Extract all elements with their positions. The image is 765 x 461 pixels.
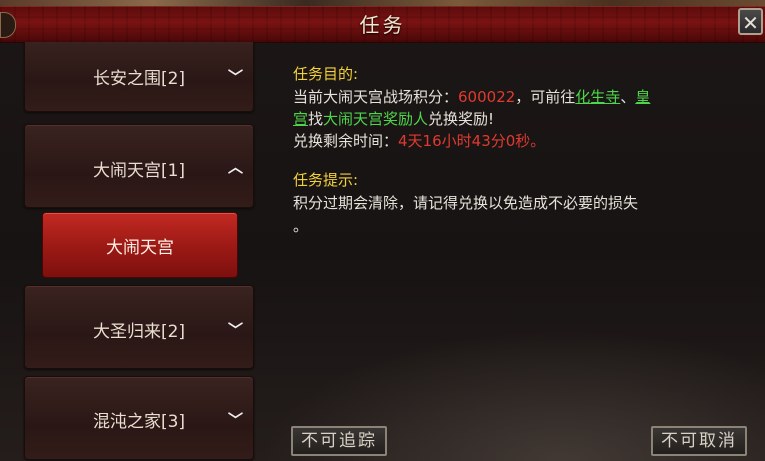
hint-text: 积分过期会清除，请记得兑换以免造成不必要的损失 — [293, 194, 639, 212]
time-remaining: 4天16小时43分0秒。 — [398, 132, 546, 150]
score-label: 当前大闹天宫战场积分： — [293, 88, 459, 106]
quest-item-danao[interactable]: 大闹天宫[1] ︿ — [24, 124, 254, 208]
quest-item-changan[interactable]: 长安之围[2] ﹀ — [24, 42, 254, 112]
link-huashengsi[interactable]: 化生寺 — [575, 88, 620, 106]
quest-item-label: 大闹天宫[1] — [92, 161, 186, 181]
sub-quest-label: 大闹天宫 — [106, 238, 174, 258]
score-value: 600022 — [458, 88, 516, 106]
objective-line-2: 宫找大闹天宫奖励人兑换奖励! — [293, 108, 494, 130]
quest-item-label: 混沌之家[3] — [92, 412, 186, 432]
window-title: 任务 — [359, 13, 406, 37]
chevron-down-icon[interactable]: ﹀ — [228, 66, 243, 87]
quest-item-hundun[interactable]: 混沌之家[3] ﹀ — [24, 376, 254, 460]
separator: 、 — [620, 88, 636, 106]
chevron-up-icon[interactable]: ︿ — [228, 156, 243, 177]
quest-item-label: 大圣归来[2] — [92, 322, 186, 342]
goto-text: ，可前往 — [515, 88, 576, 106]
quest-detail-panel: 任务目的: 当前大闹天宫战场积分：600022，可前往化生寺、皇 宫找大闹天宫奖… — [278, 48, 765, 461]
objective-line-1: 当前大闹天宫战场积分：600022，可前往化生寺、皇 — [293, 86, 650, 108]
close-button[interactable]: ✕ — [738, 8, 763, 35]
not-trackable-button[interactable]: 不可追踪 — [291, 426, 387, 456]
quest-item-dasheng[interactable]: 大圣归来[2] ﹀ — [24, 285, 254, 369]
not-cancelable-button[interactable]: 不可取消 — [651, 426, 747, 456]
link-huanggong-part2[interactable]: 宫 — [293, 110, 308, 128]
link-huanggong-part1[interactable]: 皇 — [635, 88, 650, 106]
hint-text-end: 。 — [293, 217, 309, 235]
objective-line-3: 兑换剩余时间：4天16小时43分0秒。 — [293, 130, 545, 152]
objective-heading: 任务目的: — [293, 65, 359, 83]
npc-name: 大闹天宫奖励人 — [323, 110, 429, 128]
sub-quest-danao-selected[interactable]: 大闹天宫 — [42, 212, 238, 278]
hint-heading: 任务提示: — [293, 171, 359, 189]
quest-item-label: 长安之围[2] — [92, 69, 186, 89]
chevron-down-icon[interactable]: ﹀ — [228, 319, 243, 340]
quest-window: 任务 ✕ 长安之围[2] ﹀ 大闹天宫[1] ︿ 大圣归来[2] ﹀ 混沌之家[… — [0, 0, 765, 461]
time-label: 兑换剩余时间： — [293, 132, 399, 150]
find-text: 找 — [308, 110, 324, 128]
chevron-down-icon[interactable]: ﹀ — [228, 409, 243, 430]
exchange-text: 兑换奖励! — [428, 110, 495, 128]
